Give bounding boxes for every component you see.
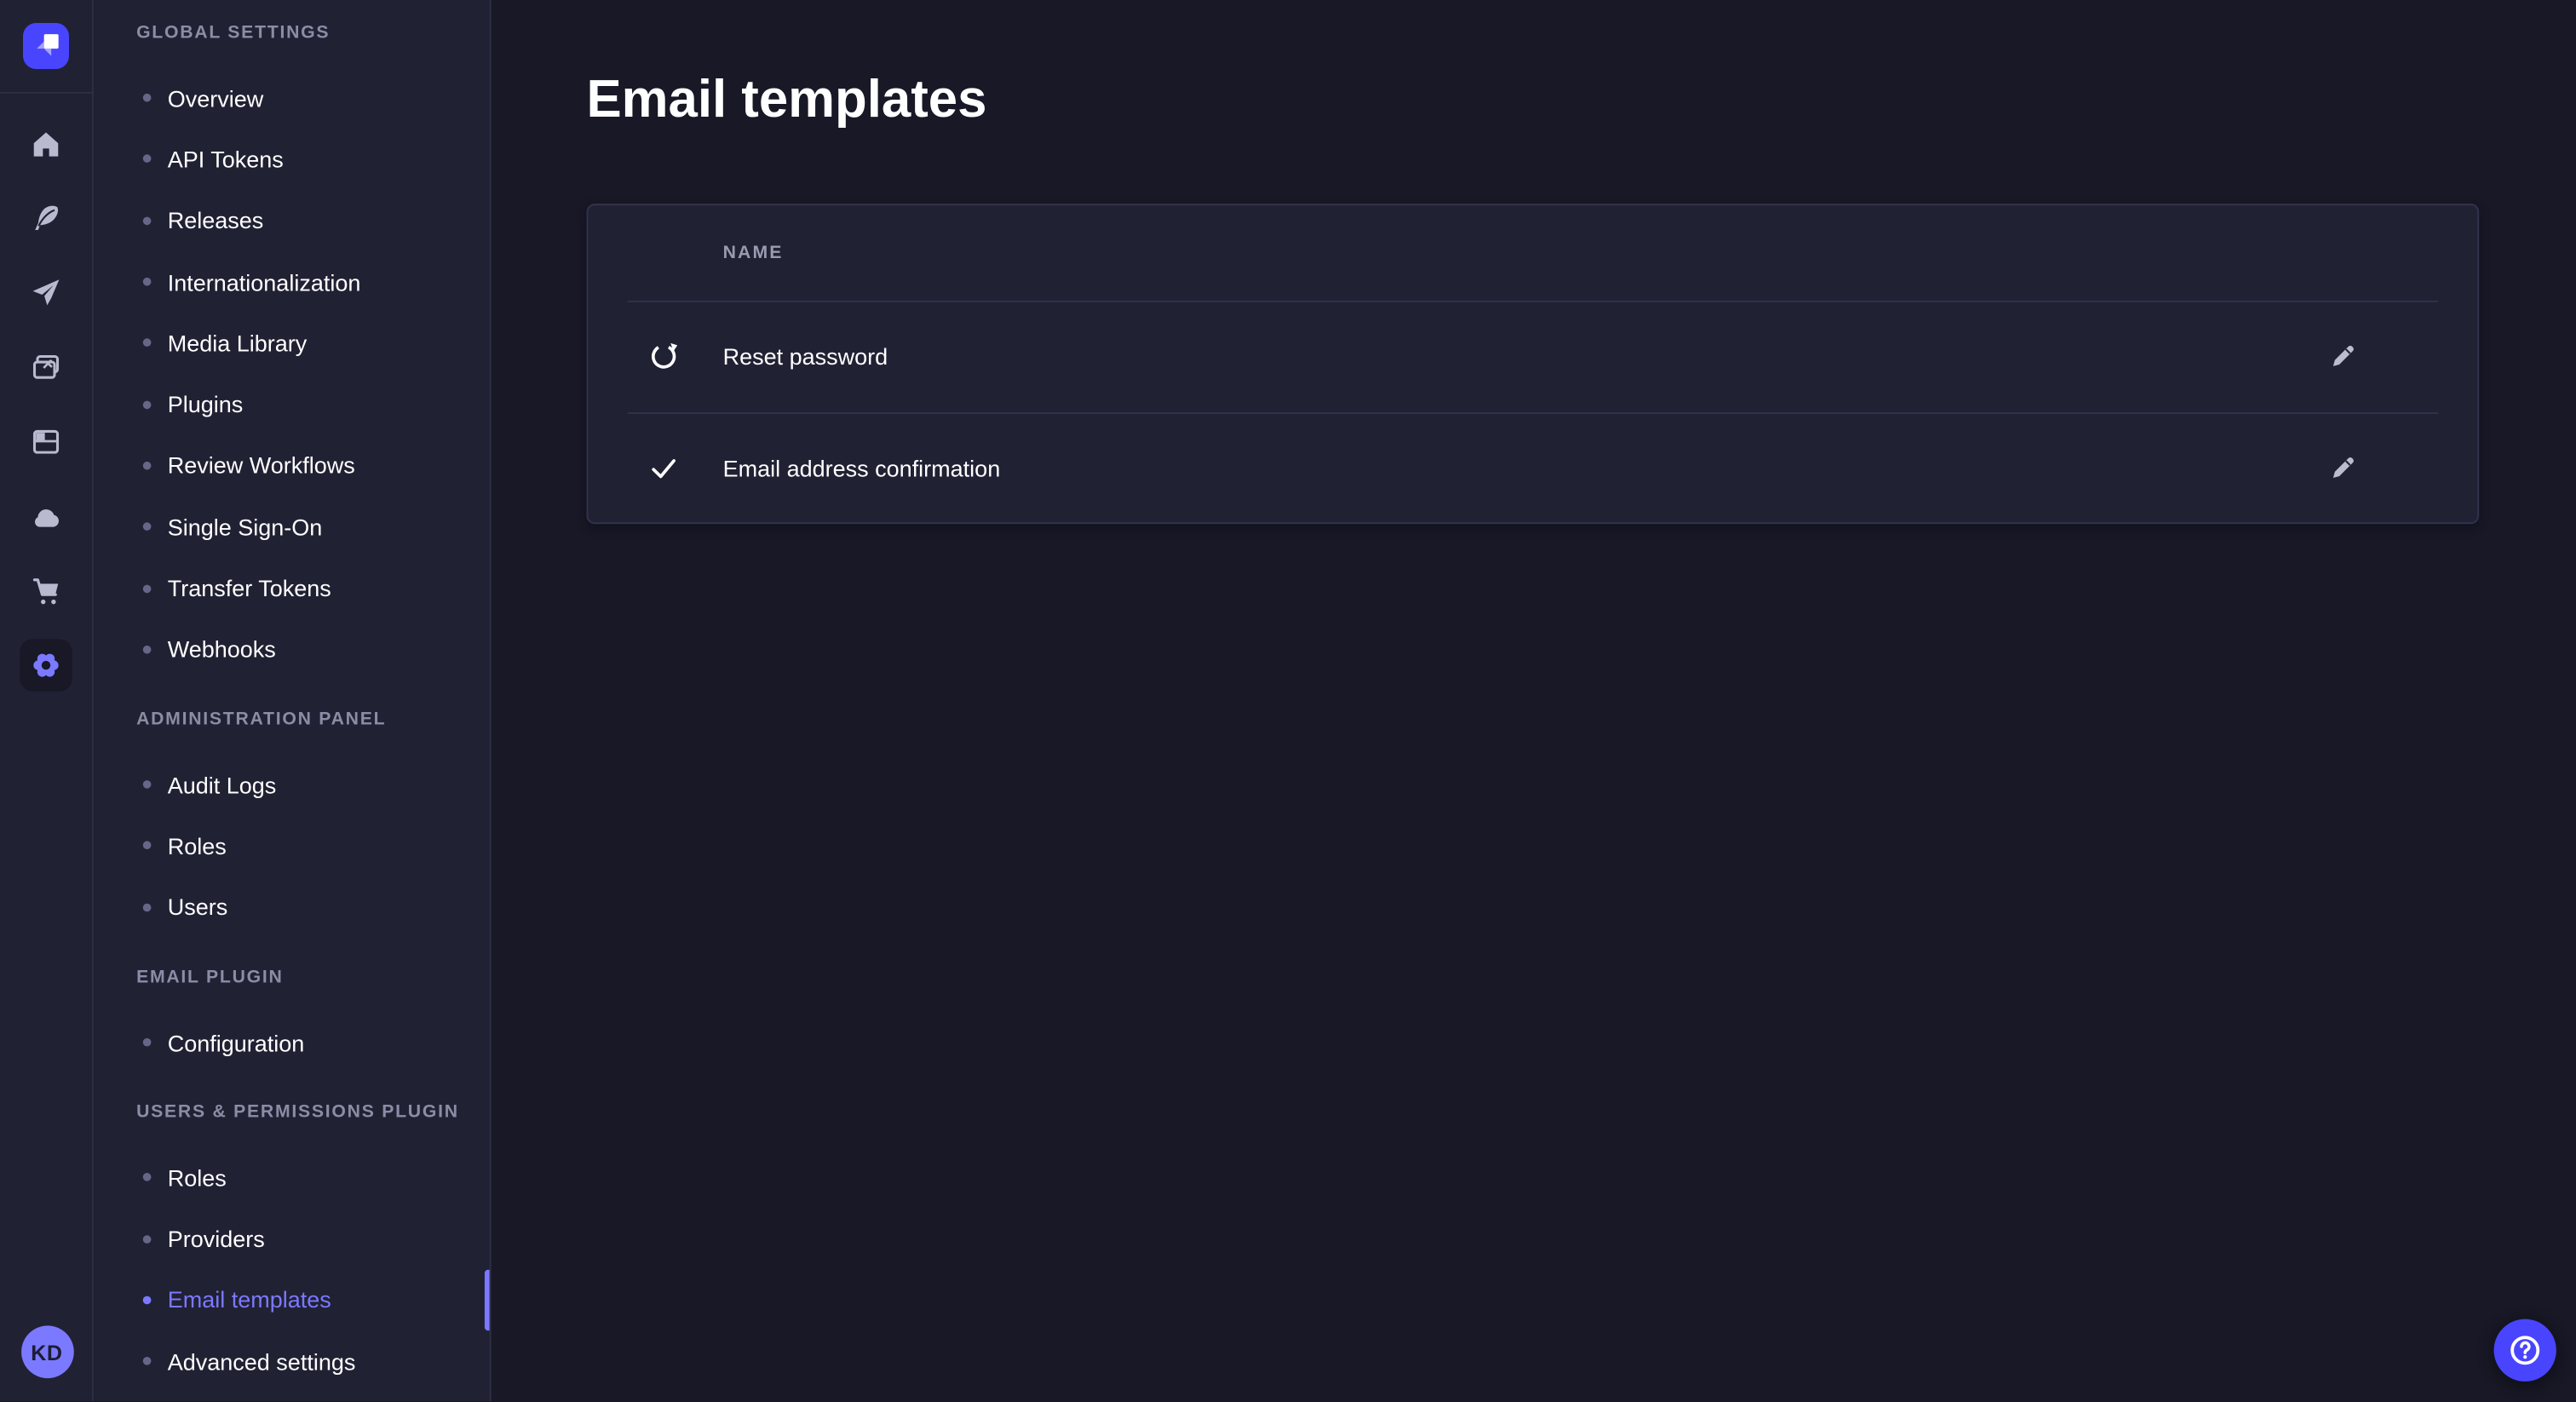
sidebar-item-label: Plugins	[168, 391, 244, 417]
sidebar-item-label: Providers	[168, 1226, 265, 1252]
table-header-row: NAME	[588, 205, 2477, 301]
media-library-icon[interactable]	[0, 330, 92, 405]
template-name: Email address confirmation	[723, 455, 2320, 481]
sidebar-item-label: Roles	[168, 833, 227, 859]
sidebar-item-label: Configuration	[168, 1029, 305, 1055]
table-row-reset-password[interactable]: Reset password	[588, 302, 2477, 411]
sidebar-item-admin-users[interactable]: Users	[94, 876, 490, 938]
sidebar-item-overview[interactable]: Overview	[94, 67, 490, 129]
main-content: Email templates NAME Reset password	[492, 0, 2576, 1401]
bullet-icon	[143, 94, 152, 102]
marketplace-cart-icon[interactable]	[0, 554, 92, 629]
sidebar-item-label: Overview	[168, 85, 264, 112]
content-feather-icon[interactable]	[0, 181, 92, 256]
table-row-email-address-confirmation[interactable]: Email address confirmation	[588, 413, 2477, 522]
bullet-icon	[143, 903, 152, 911]
settings-gear-slot[interactable]	[0, 629, 92, 704]
sidebar-item-label: Transfer Tokens	[168, 575, 331, 601]
logo-area	[0, 0, 92, 94]
cloud-icon[interactable]	[0, 480, 92, 554]
section-heading-email-plugin: EMAIL PLUGIN	[136, 964, 490, 991]
sidebar-item-label: Internationalization	[168, 268, 361, 295]
avatar[interactable]: KD	[20, 1325, 73, 1378]
sidebar-item-releases[interactable]: Releases	[94, 190, 490, 251]
sidebar-item-label: Single Sign-On	[168, 514, 323, 540]
bullet-icon	[143, 1174, 152, 1182]
template-name: Reset password	[723, 344, 2320, 371]
section-heading-administration-panel: ADMINISTRATION PANEL	[136, 706, 490, 733]
edit-button[interactable]	[2320, 334, 2366, 380]
bullet-icon	[143, 780, 152, 789]
sidebar-item-advanced-settings[interactable]: Advanced settings	[94, 1330, 490, 1392]
sidebar-item-label: Releases	[168, 207, 264, 233]
bullet-icon	[143, 1235, 152, 1244]
sidebar-item-email-templates[interactable]: Email templates	[94, 1269, 490, 1330]
bullet-icon	[143, 1038, 152, 1047]
section-heading-users-permissions-plugin: USERS & PERMISSIONS PLUGIN	[136, 1100, 490, 1126]
bullet-icon	[143, 339, 152, 348]
bullet-icon	[143, 278, 152, 286]
sidebar-item-label: Audit Logs	[168, 772, 277, 798]
bullet-icon	[143, 646, 152, 654]
sidebar-item-email-configuration[interactable]: Configuration	[94, 1012, 490, 1073]
bullet-icon	[143, 842, 152, 850]
section-heading-global-settings: GLOBAL SETTINGS	[136, 20, 490, 46]
layout-builder-icon[interactable]	[0, 405, 92, 480]
workspace-iconbar: KD	[0, 0, 94, 1401]
bullet-icon	[143, 216, 152, 225]
sidebar-item-transfer-tokens[interactable]: Transfer Tokens	[94, 558, 490, 619]
sidebar-item-media-library[interactable]: Media Library	[94, 313, 490, 374]
sidebar-item-admin-roles[interactable]: Roles	[94, 815, 490, 876]
refresh-icon	[647, 341, 681, 374]
sidebar-item-label: API Tokens	[168, 147, 284, 173]
sidebar-item-audit-logs[interactable]: Audit Logs	[94, 754, 490, 815]
home-icon[interactable]	[0, 106, 92, 181]
sidebar-item-review-workflows[interactable]: Review Workflows	[94, 435, 490, 497]
sidebar-item-label: Webhooks	[168, 636, 276, 663]
sidebar-item-up-roles[interactable]: Roles	[94, 1146, 490, 1208]
sidebar-item-label: Email templates	[168, 1287, 331, 1313]
email-templates-table: NAME Reset password Email address confir…	[586, 204, 2479, 524]
bullet-icon	[143, 1296, 152, 1304]
send-plane-icon[interactable]	[0, 256, 92, 330]
sidebar-item-plugins[interactable]: Plugins	[94, 374, 490, 435]
sidebar-item-internationalization[interactable]: Internationalization	[94, 251, 490, 313]
strapi-logo-icon[interactable]	[23, 23, 69, 69]
bullet-icon	[143, 400, 152, 409]
sidebar-item-api-tokens[interactable]: API Tokens	[94, 129, 490, 190]
sidebar-item-label: Users	[168, 894, 228, 921]
bullet-icon	[143, 1357, 152, 1365]
column-header-name: NAME	[723, 243, 784, 262]
sidebar-item-single-sign-on[interactable]: Single Sign-On	[94, 497, 490, 558]
settings-sidebar: GLOBAL SETTINGS Overview API Tokens Rele…	[94, 0, 492, 1401]
bullet-icon	[143, 155, 152, 164]
sidebar-item-webhooks[interactable]: Webhooks	[94, 618, 490, 680]
help-button[interactable]	[2494, 1319, 2556, 1382]
edit-button[interactable]	[2320, 445, 2366, 491]
sidebar-item-label: Media Library	[168, 330, 308, 356]
sidebar-item-providers[interactable]: Providers	[94, 1208, 490, 1269]
sidebar-item-label: Advanced settings	[168, 1348, 356, 1375]
sidebar-item-label: Roles	[168, 1164, 227, 1191]
bullet-icon	[143, 584, 152, 593]
sidebar-item-label: Review Workflows	[168, 452, 355, 479]
strapi-settings-page: KD GLOBAL SETTINGS Overview API Tokens R…	[0, 0, 2576, 1401]
bullet-icon	[143, 523, 152, 531]
page-title: Email templates	[586, 66, 2575, 131]
settings-gear-icon[interactable]	[20, 640, 72, 692]
bullet-icon	[143, 462, 152, 470]
check-icon	[647, 451, 681, 485]
